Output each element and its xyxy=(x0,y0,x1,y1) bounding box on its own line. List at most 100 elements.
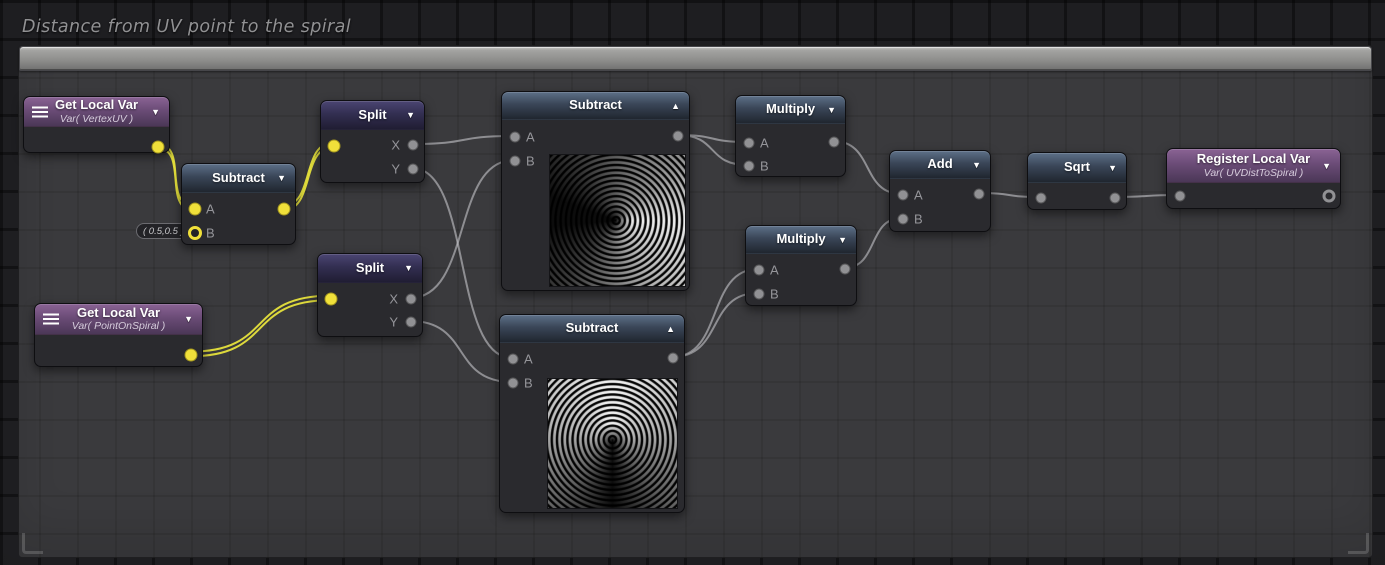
pin-label: B xyxy=(524,376,533,391)
input-pin-a[interactable] xyxy=(744,138,755,149)
input-pin[interactable] xyxy=(1175,191,1186,202)
node-register-uvdist[interactable]: Register Local VarVar( UVDistToSpiral ) ▼ xyxy=(1166,148,1341,209)
input-pin-b[interactable] xyxy=(188,226,202,240)
node-title: Get Local Var xyxy=(48,98,145,113)
node-header[interactable]: Subtract▼ xyxy=(182,164,295,193)
input-pin-b[interactable] xyxy=(508,378,519,389)
wire-split2-to-subtract-big1 xyxy=(410,160,514,298)
node-split2[interactable]: Split ▼ XY xyxy=(317,253,423,337)
chevron-down-icon[interactable]: ▼ xyxy=(838,235,847,245)
chevron-down-icon[interactable]: ▼ xyxy=(1108,163,1117,173)
menu-icon[interactable] xyxy=(32,106,48,117)
output-pin[interactable] xyxy=(673,131,684,142)
chevron-up-icon[interactable]: ▲ xyxy=(666,324,675,334)
node-header[interactable]: Split ▼ xyxy=(318,254,422,283)
output-pin[interactable] xyxy=(152,141,165,154)
chevron-down-icon[interactable]: ▼ xyxy=(1322,161,1331,171)
input-pin-a[interactable] xyxy=(508,354,519,365)
node-split1[interactable]: Split▼XY xyxy=(320,100,425,183)
node-header[interactable]: Multiply ▼ xyxy=(736,96,845,124)
node-title: Split xyxy=(342,261,398,276)
chevron-down-icon[interactable]: ▼ xyxy=(827,105,836,115)
node-title: Subtract xyxy=(526,98,665,113)
menu-icon[interactable] xyxy=(43,314,59,325)
output-pin-y[interactable] xyxy=(406,317,417,328)
wire-split1-to-subtract-big2 xyxy=(412,168,512,358)
node-header[interactable]: Get Local VarVar( VertexUV )▼ xyxy=(24,97,169,127)
wire-split2-to-subtract-big2 xyxy=(410,321,512,382)
input-pin-b[interactable] xyxy=(754,289,765,300)
node-subtract-big2[interactable]: Subtract ▲ AB xyxy=(499,314,685,513)
node-header[interactable]: Get Local VarVar( PointOnSpiral )▼ xyxy=(35,304,202,335)
chevron-down-icon[interactable]: ▼ xyxy=(972,160,981,170)
output-pin[interactable] xyxy=(1110,193,1121,204)
output-pin[interactable] xyxy=(668,353,679,364)
node-title: Sqrt xyxy=(1052,160,1102,175)
pin-label: A xyxy=(914,188,923,203)
node-title: Subtract xyxy=(524,321,660,336)
output-pin[interactable] xyxy=(185,349,198,362)
node-multiply1[interactable]: Multiply ▼ AB xyxy=(735,95,846,177)
chevron-down-icon[interactable]: ▼ xyxy=(277,173,286,183)
output-pin[interactable] xyxy=(829,137,840,148)
node-header[interactable]: Sqrt ▼ xyxy=(1028,153,1126,183)
node-header[interactable]: Split ▼ xyxy=(321,101,424,130)
output-pin[interactable] xyxy=(1323,190,1336,203)
chevron-down-icon[interactable]: ▼ xyxy=(184,314,193,324)
preview-image xyxy=(549,154,686,287)
input-pin[interactable] xyxy=(1036,193,1047,204)
node-subtract-big1[interactable]: Subtract▲AB xyxy=(501,91,690,291)
output-pin-x[interactable] xyxy=(408,140,419,151)
preview-image xyxy=(547,378,678,509)
pin-label: X xyxy=(389,292,398,307)
node-header[interactable]: Register Local VarVar( UVDistToSpiral ) ▼ xyxy=(1167,149,1340,183)
node-title: Multiply xyxy=(760,102,821,117)
input-pin[interactable] xyxy=(328,140,341,153)
pin-label: Y xyxy=(389,315,398,330)
node-getvar-vertexuv[interactable]: Get Local VarVar( VertexUV )▼ xyxy=(23,96,170,153)
node-subtitle: Var( PointOnSpiral ) xyxy=(59,320,178,332)
wire-layer xyxy=(0,0,1385,565)
pin-label: A xyxy=(770,263,779,278)
output-pin[interactable] xyxy=(278,203,291,216)
node-subtitle: Var( UVDistToSpiral ) xyxy=(1191,167,1316,179)
input-pin-b[interactable] xyxy=(510,156,521,167)
pin-label: B xyxy=(760,159,769,174)
output-pin[interactable] xyxy=(840,264,851,275)
node-title: Add xyxy=(914,157,966,172)
node-header[interactable]: Add ▼ xyxy=(890,151,990,179)
node-getvar-pointonspiral[interactable]: Get Local VarVar( PointOnSpiral )▼ xyxy=(34,303,203,367)
output-pin[interactable] xyxy=(974,189,985,200)
node-title: Multiply xyxy=(770,232,832,247)
node-canvas[interactable]: Distance from UV point to the spiral Get… xyxy=(0,0,1385,565)
node-title: Register Local Var xyxy=(1191,152,1316,167)
pin-label: B xyxy=(206,226,215,241)
chevron-up-icon[interactable]: ▲ xyxy=(671,101,680,111)
output-pin-x[interactable] xyxy=(406,294,417,305)
node-sqrt[interactable]: Sqrt ▼ xyxy=(1027,152,1127,210)
node-title: Split xyxy=(345,108,400,123)
pin-label: A xyxy=(524,352,533,367)
pin-label: A xyxy=(760,136,769,151)
input-pin[interactable] xyxy=(325,293,338,306)
input-pin-a[interactable] xyxy=(898,190,909,201)
node-subtract-const[interactable]: Subtract▼ AB xyxy=(181,163,296,245)
chevron-down-icon[interactable]: ▼ xyxy=(404,263,413,273)
input-pin-a[interactable] xyxy=(189,203,202,216)
node-header[interactable]: Multiply ▼ xyxy=(746,226,856,254)
pin-label: A xyxy=(206,202,215,217)
chevron-down-icon[interactable]: ▼ xyxy=(151,107,160,117)
chevron-down-icon[interactable]: ▼ xyxy=(406,110,415,120)
input-pin-b[interactable] xyxy=(744,161,755,172)
pin-label: B xyxy=(770,287,779,302)
comment-title[interactable]: Distance from UV point to the spiral xyxy=(22,17,351,37)
input-pin-a[interactable] xyxy=(510,132,521,143)
node-header[interactable]: Subtract ▲ xyxy=(500,315,684,343)
wire-split1-to-subtract-big1 xyxy=(412,136,514,144)
output-pin-y[interactable] xyxy=(408,164,419,175)
node-add[interactable]: Add▼AB xyxy=(889,150,991,232)
node-header[interactable]: Subtract ▲ xyxy=(502,92,689,120)
input-pin-b[interactable] xyxy=(898,214,909,225)
node-multiply2[interactable]: Multiply ▼ AB xyxy=(745,225,857,306)
input-pin-a[interactable] xyxy=(754,265,765,276)
